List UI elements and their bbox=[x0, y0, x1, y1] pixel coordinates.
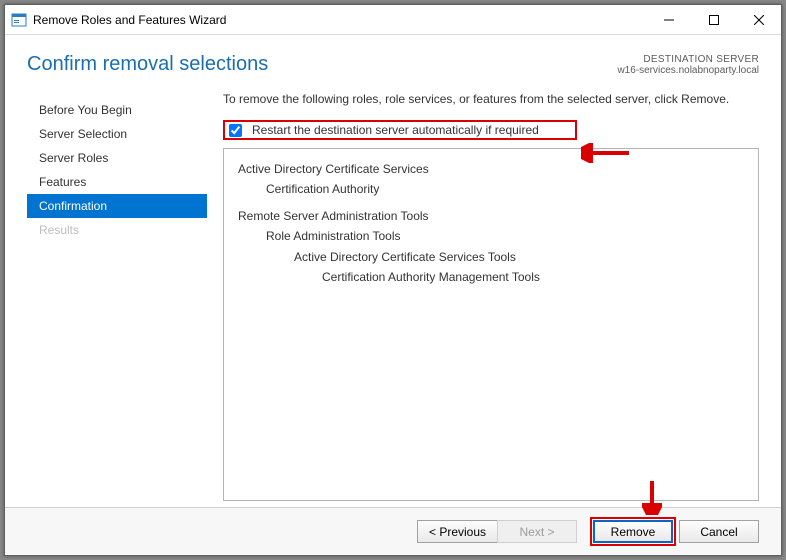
sidebar-item-confirmation[interactable]: Confirmation bbox=[27, 194, 207, 218]
instruction-text: To remove the following roles, role serv… bbox=[223, 92, 759, 106]
list-item: Certification Authority Management Tools bbox=[322, 267, 744, 287]
sidebar-item-results: Results bbox=[27, 218, 207, 242]
header-area: Confirm removal selections DESTINATION S… bbox=[5, 35, 781, 84]
app-icon bbox=[11, 12, 27, 28]
restart-checkbox-row: Restart the destination server automatic… bbox=[223, 120, 577, 140]
destination-value: w16-services.nolabnoparty.local bbox=[617, 65, 759, 76]
restart-checkbox-label[interactable]: Restart the destination server automatic… bbox=[252, 123, 539, 137]
wizard-steps-sidebar: Before You Begin Server Selection Server… bbox=[27, 92, 207, 507]
sidebar-item-server-selection[interactable]: Server Selection bbox=[27, 122, 207, 146]
title-bar: Remove Roles and Features Wizard bbox=[5, 5, 781, 35]
sidebar-item-features[interactable]: Features bbox=[27, 170, 207, 194]
list-item: Certification Authority bbox=[266, 179, 744, 199]
removal-list-panel: Active Directory Certificate Services Ce… bbox=[223, 148, 759, 501]
list-item: Active Directory Certificate Services bbox=[238, 159, 744, 179]
body-area: Before You Begin Server Selection Server… bbox=[5, 84, 781, 507]
next-button: Next > bbox=[497, 520, 577, 543]
previous-button[interactable]: < Previous bbox=[417, 520, 497, 543]
close-button[interactable] bbox=[736, 5, 781, 34]
wizard-window: Remove Roles and Features Wizard Confirm… bbox=[4, 4, 782, 556]
content-column: To remove the following roles, role serv… bbox=[207, 92, 759, 507]
window-title: Remove Roles and Features Wizard bbox=[33, 13, 646, 27]
list-item: Remote Server Administration Tools bbox=[238, 206, 744, 226]
footer-bar: < Previous Next > Remove Cancel bbox=[5, 507, 781, 555]
sidebar-item-before-you-begin[interactable]: Before You Begin bbox=[27, 98, 207, 122]
maximize-button[interactable] bbox=[691, 5, 736, 34]
list-item: Active Directory Certificate Services To… bbox=[294, 247, 744, 267]
destination-server-box: DESTINATION SERVER w16-services.nolabnop… bbox=[617, 54, 759, 76]
sidebar-item-server-roles[interactable]: Server Roles bbox=[27, 146, 207, 170]
restart-checkbox[interactable] bbox=[229, 124, 242, 137]
remove-button[interactable]: Remove bbox=[593, 520, 673, 543]
destination-label: DESTINATION SERVER bbox=[617, 54, 759, 65]
prev-next-group: < Previous Next > bbox=[417, 520, 577, 543]
minimize-button[interactable] bbox=[646, 5, 691, 34]
page-heading: Confirm removal selections bbox=[27, 53, 268, 76]
cancel-button[interactable]: Cancel bbox=[679, 520, 759, 543]
list-item: Role Administration Tools bbox=[266, 226, 744, 246]
window-controls bbox=[646, 5, 781, 34]
